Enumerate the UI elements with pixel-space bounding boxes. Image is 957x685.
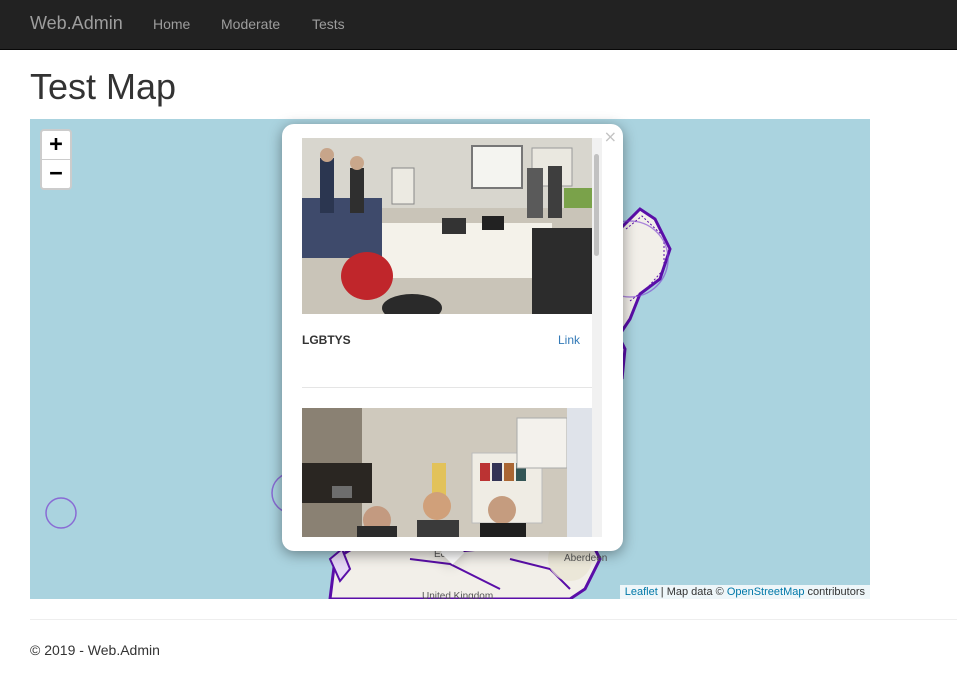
map-label-aberdeen: Aberdeen bbox=[564, 553, 608, 564]
popup-scrollbar-thumb[interactable] bbox=[594, 154, 599, 256]
popup-photo bbox=[302, 408, 592, 537]
page-title: Test Map bbox=[30, 66, 177, 107]
popup-scrollbar[interactable] bbox=[592, 138, 602, 537]
attribution-text: | Map data © bbox=[657, 586, 727, 598]
office-photo-image bbox=[302, 138, 592, 314]
zoom-out-button[interactable]: − bbox=[42, 160, 70, 188]
popup-photo bbox=[302, 138, 592, 314]
popup-divider bbox=[302, 387, 592, 388]
map-label-united-kingdom: United Kingdom bbox=[422, 591, 494, 599]
popup-item-link[interactable]: Link bbox=[558, 333, 580, 347]
openstreetmap-link[interactable]: OpenStreetMap bbox=[727, 586, 805, 598]
map-attribution: Leaflet | Map data © OpenStreetMap contr… bbox=[619, 585, 870, 599]
popup-item-title: LGBTYS bbox=[302, 333, 351, 347]
nav-moderate-link[interactable]: Moderate bbox=[221, 16, 280, 32]
zoom-control: + − bbox=[40, 129, 72, 190]
brand-link[interactable]: Web.Admin bbox=[30, 13, 123, 34]
footer-text: © 2019 - Web.Admin bbox=[30, 642, 160, 658]
close-icon[interactable]: × bbox=[604, 127, 617, 146]
top-navbar: Web.Admin Home Moderate Tests bbox=[0, 0, 957, 50]
leaflet-link[interactable]: Leaflet bbox=[625, 586, 658, 598]
footer-divider bbox=[30, 619, 957, 620]
region-circle bbox=[45, 497, 77, 529]
meeting-photo-image bbox=[302, 408, 592, 537]
map-popup: × LGBTYS Link bbox=[282, 124, 623, 551]
nav-home-link[interactable]: Home bbox=[153, 16, 190, 32]
zoom-in-button[interactable]: + bbox=[42, 131, 70, 160]
attribution-suffix: contributors bbox=[804, 586, 865, 598]
popup-content[interactable]: LGBTYS Link bbox=[302, 138, 602, 537]
nav-tests-link[interactable]: Tests bbox=[312, 16, 345, 32]
